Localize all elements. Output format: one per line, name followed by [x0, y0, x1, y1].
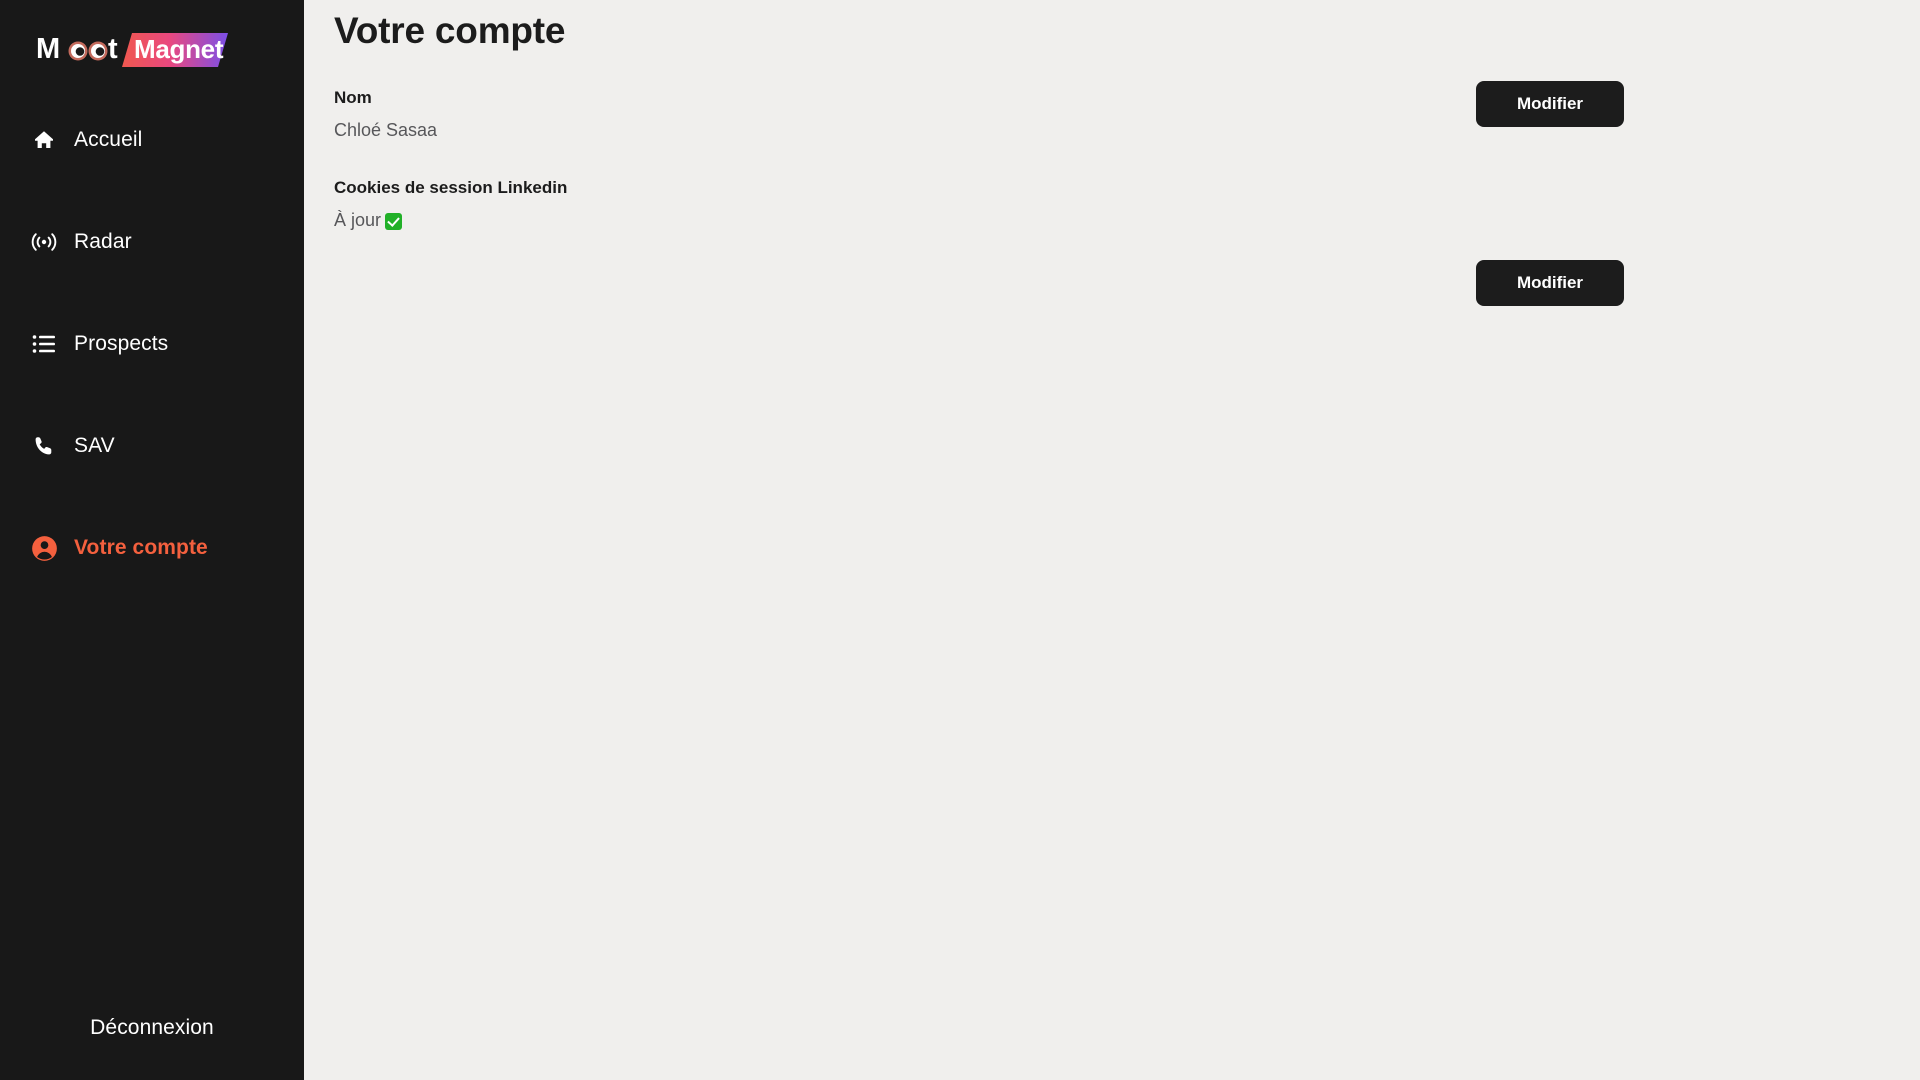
field-label: Cookies de session Linkedin	[334, 178, 568, 197]
sidebar-item-label: Votre compte	[74, 536, 208, 559]
radar-icon	[30, 228, 58, 256]
logo-graphic: M t Magnet	[36, 27, 228, 69]
account-fields-list: Nom Chloé Sasaa Modifier Cookies de sess…	[334, 81, 1624, 306]
field-value: Chloé Sasaa	[334, 120, 438, 141]
field-value-container: Chloé Sasaa	[334, 120, 1624, 142]
sidebar-item-label: SAV	[74, 434, 115, 457]
sidebar-item-label: Accueil	[74, 128, 143, 151]
sidebar-item-sav[interactable]: SAV	[0, 422, 304, 470]
sidebar-item-votre-compte[interactable]: Votre compte	[0, 524, 304, 572]
page-title: Votre compte	[334, 10, 566, 51]
white-check-mark-icon	[385, 212, 403, 230]
sidebar-item-accueil[interactable]: Accueil	[0, 116, 304, 164]
main-content: Votre compte Nom Chloé Sasaa Modifier Co…	[304, 0, 1920, 1080]
field-value-container: À jour	[334, 210, 1624, 232]
sidebar-nav: Accueil Radar Prospects SAV Votre compte	[0, 116, 304, 626]
field-label: Nom	[334, 88, 372, 107]
list-icon	[30, 330, 58, 358]
modify-button[interactable]: Modifier	[1476, 81, 1624, 127]
logout-button[interactable]: Déconnexion	[80, 1010, 224, 1046]
svg-text:t: t	[108, 33, 118, 65]
modify-button[interactable]: Modifier	[1476, 260, 1624, 306]
sidebar-item-label: Radar	[74, 230, 132, 253]
account-icon	[30, 534, 58, 562]
brand-logo[interactable]: M t Magnet	[0, 0, 304, 96]
account-field-row: Nom Chloé Sasaa Modifier	[334, 81, 1624, 178]
home-icon	[30, 126, 58, 154]
sidebar: M t Magnet Accueil Radar Prospects SAV V…	[0, 0, 304, 1080]
sidebar-item-label: Prospects	[74, 332, 169, 355]
field-value: À jour	[334, 210, 382, 231]
moot-magnet-logo-svg: M t Magnet	[36, 33, 228, 67]
sidebar-item-prospects[interactable]: Prospects	[0, 320, 304, 368]
svg-text:Magnet: Magnet	[134, 34, 224, 64]
account-field-row: Cookies de session Linkedin À jour Modif…	[334, 178, 1624, 306]
phone-icon	[30, 432, 58, 460]
logout-container: Déconnexion	[0, 1010, 304, 1046]
sidebar-item-radar[interactable]: Radar	[0, 218, 304, 266]
svg-text:M: M	[36, 33, 60, 65]
